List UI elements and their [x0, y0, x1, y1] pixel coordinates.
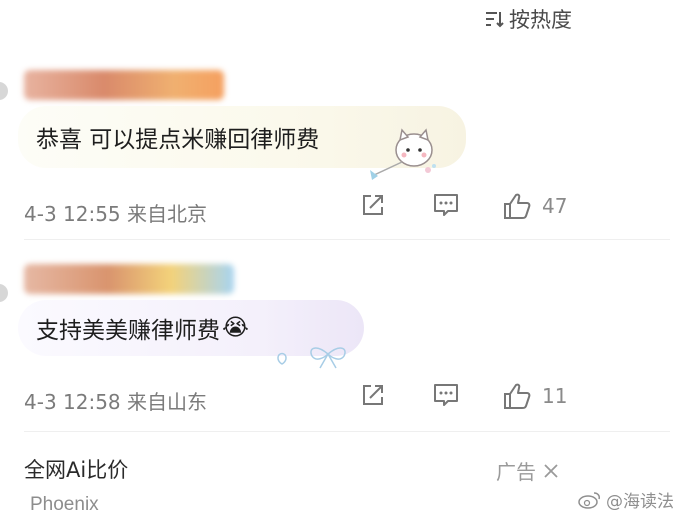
comment-meta: 4-3 12:55 来自北京 — [24, 198, 207, 227]
comment-text: 恭喜 可以提点米赚回律师费 — [36, 127, 320, 153]
comment-location: 来自北京 — [127, 202, 208, 226]
cat-sticker-icon — [370, 128, 436, 180]
comment-icon — [434, 194, 458, 216]
close-icon[interactable] — [542, 462, 560, 480]
like-count: 47 — [542, 194, 568, 218]
comment-button[interactable] — [432, 192, 460, 218]
comment-item: 恭喜 可以提点米赚回律师费 4-3 12:55 来自北京 47 — [0, 62, 690, 240]
watermark: @海读法 — [578, 487, 674, 512]
like-button[interactable]: 11 — [502, 382, 567, 410]
username-blurred[interactable] — [24, 264, 234, 294]
ad-tag: 广告 — [496, 456, 560, 485]
comment-time: 4-3 12:58 — [24, 390, 121, 414]
ad-title[interactable]: 全网Ai比价 — [24, 454, 128, 484]
like-button[interactable]: 47 — [502, 192, 567, 220]
share-icon — [363, 385, 383, 405]
watermark-text: @海读法 — [606, 492, 674, 512]
divider — [24, 239, 670, 240]
like-count: 11 — [542, 384, 568, 408]
crying-emoji: 😭 — [222, 315, 249, 341]
avatar[interactable] — [0, 284, 8, 302]
weibo-logo-icon — [578, 491, 600, 509]
share-button[interactable] — [360, 192, 386, 218]
username-blurred[interactable] — [24, 70, 224, 100]
comment-meta: 4-3 12:58 来自山东 — [24, 386, 207, 415]
share-icon — [363, 195, 383, 215]
thumbs-up-icon — [504, 193, 531, 219]
ad-label: 广告 — [496, 460, 536, 484]
share-button[interactable] — [360, 382, 386, 408]
comment-location: 来自山东 — [127, 390, 208, 414]
sort-by-heat-button[interactable]: 按热度 — [483, 4, 572, 34]
comment-button[interactable] — [432, 382, 460, 408]
thumbs-up-icon — [504, 383, 531, 409]
bow-sticker-icon — [277, 347, 346, 369]
sort-icon — [486, 12, 504, 28]
comment-text: 支持美美赚律师费 — [36, 318, 220, 344]
comment-icon — [434, 384, 458, 406]
comment-time: 4-3 12:55 — [24, 202, 121, 226]
divider — [24, 431, 670, 432]
ad-brand: Phoenix — [30, 494, 99, 515]
avatar[interactable] — [0, 82, 8, 100]
comment-item: 支持美美赚律师费 😭 4-3 12:58 来自山东 11 — [0, 258, 690, 432]
sort-label: 按热度 — [509, 8, 572, 32]
